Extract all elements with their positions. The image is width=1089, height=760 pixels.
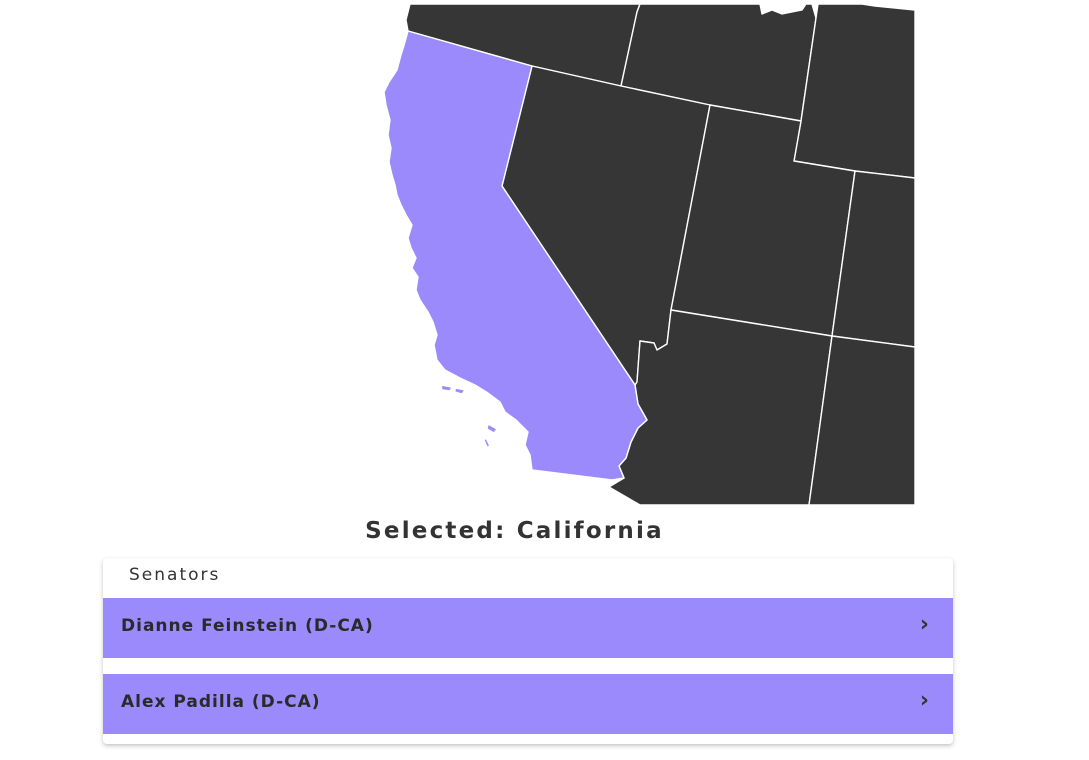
senator-row-feinstein[interactable]: Dianne Feinstein (D-CA) ›	[103, 598, 953, 658]
us-map	[382, 4, 915, 505]
chevron-right-icon: ›	[919, 612, 929, 637]
channel-island-3	[486, 423, 498, 434]
channel-island-1	[440, 384, 453, 392]
senators-heading: Senators	[129, 565, 221, 585]
senators-panel: Senators Dianne Feinstein (D-CA) › Alex …	[103, 558, 953, 744]
selected-state-name: California	[516, 518, 664, 544]
us-map-svg	[383, 4, 915, 505]
selected-label: Selected:	[365, 518, 507, 544]
channel-island-4	[483, 437, 491, 448]
senator-name: Alex Padilla (D-CA)	[121, 692, 321, 712]
senator-name: Dianne Feinstein (D-CA)	[121, 616, 374, 636]
channel-island-2	[454, 387, 466, 395]
senator-row-padilla[interactable]: Alex Padilla (D-CA) ›	[103, 674, 953, 734]
chevron-right-icon: ›	[919, 688, 929, 713]
selected-state-heading: Selected: California	[0, 518, 1029, 544]
